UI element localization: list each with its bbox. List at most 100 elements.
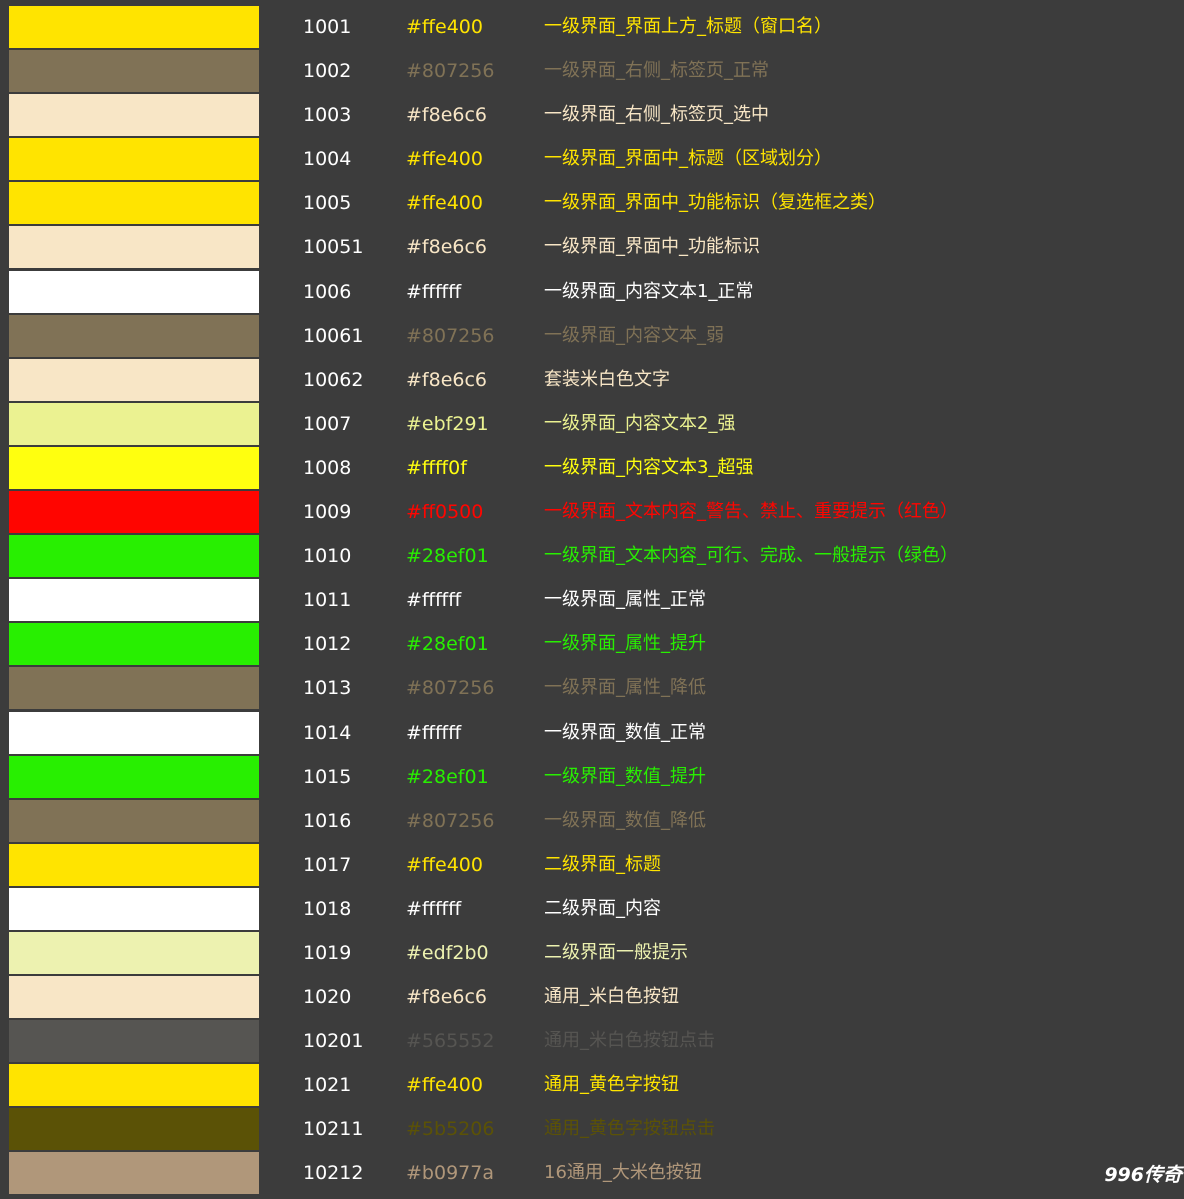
color-hex: #ffffff bbox=[406, 897, 462, 920]
color-description: 通用_米白色按钮 bbox=[544, 986, 679, 1008]
color-row: 1002 #807256 一级界面_右侧_标签页_正常 bbox=[0, 49, 1184, 93]
color-description: 一级界面_界面中_功能标识（复选框之类） bbox=[544, 192, 886, 214]
color-swatch bbox=[9, 1108, 259, 1151]
color-hex: #807256 bbox=[406, 809, 495, 832]
color-row: 1004 #ffe400 一级界面_界面中_标题（区域划分） bbox=[0, 137, 1184, 181]
color-swatch bbox=[9, 446, 259, 489]
color-code: 10201 bbox=[303, 1030, 364, 1053]
color-description: 一级界面_右侧_标签页_正常 bbox=[544, 60, 769, 82]
color-hex: #ffe400 bbox=[406, 148, 483, 171]
color-hex: #ff0500 bbox=[406, 501, 484, 524]
color-swatch bbox=[9, 491, 259, 534]
color-description: 一级界面_右侧_标签页_选中 bbox=[544, 104, 769, 126]
color-row: 10061 #807256 一级界面_内容文本_弱 bbox=[0, 314, 1184, 358]
color-hex: #807256 bbox=[406, 60, 495, 83]
color-hex: #f8e6c6 bbox=[406, 368, 488, 391]
color-code: 1017 bbox=[303, 853, 352, 876]
color-hex: #807256 bbox=[406, 324, 495, 347]
color-row: 10062 #f8e6c6 套装米白色文字 bbox=[0, 358, 1184, 402]
color-code: 1005 bbox=[303, 192, 352, 215]
color-swatch bbox=[9, 887, 259, 930]
color-swatch bbox=[9, 270, 259, 313]
color-row: 1009 #ff0500 一级界面_文本内容_警告、禁止、重要提示（红色） bbox=[0, 490, 1184, 534]
color-description: 二级界面_内容 bbox=[544, 897, 661, 919]
color-code: 1010 bbox=[303, 545, 352, 568]
color-row: 1018 #ffffff 二级界面_内容 bbox=[0, 887, 1184, 931]
color-hex: #ffe400 bbox=[406, 853, 483, 876]
color-code: 1002 bbox=[303, 60, 352, 83]
color-hex: #ffffff bbox=[406, 721, 462, 744]
color-hex: #5b5206 bbox=[406, 1118, 495, 1141]
color-row: 1010 #28ef01 一级界面_文本内容_可行、完成、一般提示（绿色） bbox=[0, 534, 1184, 578]
color-row: 10212 #b0977a 16通用_大米色按钮 bbox=[0, 1151, 1184, 1195]
color-description: 套装米白色文字 bbox=[544, 368, 670, 390]
color-description: 一级界面_数值_正常 bbox=[544, 721, 706, 743]
color-table: 1001 #ffe400 一级界面_界面上方_标题（窗口名） 1002 #807256 一… bbox=[0, 5, 1184, 1196]
color-row: 1006 #ffffff 一级界面_内容文本1_正常 bbox=[0, 270, 1184, 314]
color-row: 10051 #f8e6c6 一级界面_界面中_功能标识 bbox=[0, 225, 1184, 269]
color-swatch bbox=[9, 579, 259, 622]
color-swatch bbox=[9, 1152, 259, 1195]
color-swatch bbox=[9, 94, 259, 137]
color-hex: #ffe400 bbox=[406, 192, 483, 215]
color-hex: #ffff0f bbox=[406, 456, 467, 479]
color-description: 一级界面_数值_降低 bbox=[544, 809, 706, 831]
color-hex: #28ef01 bbox=[406, 765, 489, 788]
color-hex: #565552 bbox=[406, 1030, 495, 1053]
color-description: 一级界面_内容文本2_强 bbox=[544, 412, 736, 434]
color-row: 1008 #ffff0f 一级界面_内容文本3_超强 bbox=[0, 446, 1184, 490]
color-code: 1009 bbox=[303, 501, 352, 524]
color-code: 1015 bbox=[303, 765, 352, 788]
color-description: 一级界面_属性_提升 bbox=[544, 633, 706, 655]
color-row: 1011 #ffffff 一级界面_属性_正常 bbox=[0, 578, 1184, 622]
color-row: 1014 #ffffff 一级界面_数值_正常 bbox=[0, 711, 1184, 755]
color-code: 1019 bbox=[303, 941, 352, 964]
color-swatch bbox=[9, 314, 259, 357]
color-code: 1001 bbox=[303, 16, 352, 38]
color-description: 通用_黄色字按钮 bbox=[544, 1074, 679, 1096]
watermark-logo: 996传奇 bbox=[1104, 1164, 1182, 1186]
color-description: 一级界面_属性_正常 bbox=[544, 589, 706, 611]
color-row: 1005 #ffe400 一级界面_界面中_功能标识（复选框之类） bbox=[0, 181, 1184, 225]
color-description: 二级界面_标题 bbox=[544, 853, 661, 875]
color-code: 1016 bbox=[303, 809, 352, 832]
color-description: 一级界面_内容文本_弱 bbox=[544, 324, 724, 346]
color-hex: #ffe400 bbox=[406, 16, 483, 38]
color-swatch bbox=[9, 182, 259, 225]
color-description: 一级界面_属性_降低 bbox=[544, 677, 706, 699]
color-swatch bbox=[9, 799, 259, 842]
color-swatch bbox=[9, 711, 259, 754]
color-code: 10061 bbox=[303, 324, 364, 347]
color-description: 一级界面_内容文本1_正常 bbox=[544, 280, 754, 302]
color-description: 一级界面_界面上方_标题（窗口名） bbox=[544, 16, 832, 37]
color-row: 1016 #807256 一级界面_数值_降低 bbox=[0, 799, 1184, 843]
color-code: 1004 bbox=[303, 148, 352, 171]
color-row: 1020 #f8e6c6 通用_米白色按钮 bbox=[0, 975, 1184, 1019]
color-row: 1001 #ffe400 一级界面_界面上方_标题（窗口名） bbox=[0, 5, 1184, 49]
color-swatch bbox=[9, 1064, 259, 1107]
color-code: 1003 bbox=[303, 104, 352, 127]
color-row: 10201 #565552 通用_米白色按钮点击 bbox=[0, 1019, 1184, 1063]
color-hex: #f8e6c6 bbox=[406, 236, 488, 259]
color-hex: #b0977a bbox=[406, 1162, 494, 1185]
color-hex: #807256 bbox=[406, 677, 495, 700]
color-code: 1011 bbox=[303, 589, 352, 612]
color-swatch bbox=[9, 976, 259, 1019]
color-swatch bbox=[9, 402, 259, 445]
color-description: 一级界面_界面中_功能标识 bbox=[544, 236, 760, 258]
color-code: 1021 bbox=[303, 1074, 352, 1097]
color-row: 1017 #ffe400 二级界面_标题 bbox=[0, 843, 1184, 887]
color-description: 二级界面一般提示 bbox=[544, 941, 688, 963]
color-code: 1020 bbox=[303, 986, 352, 1009]
color-row: 1021 #ffe400 通用_黄色字按钮 bbox=[0, 1063, 1184, 1107]
color-code: 1012 bbox=[303, 633, 352, 656]
color-swatch bbox=[9, 843, 259, 886]
color-swatch bbox=[9, 226, 259, 269]
color-description: 一级界面_界面中_标题（区域划分） bbox=[544, 148, 832, 170]
color-row: 1003 #f8e6c6 一级界面_右侧_标签页_选中 bbox=[0, 93, 1184, 137]
color-code: 10062 bbox=[303, 368, 364, 391]
color-description: 一级界面_数值_提升 bbox=[544, 765, 706, 787]
color-code: 1014 bbox=[303, 721, 352, 744]
color-description: 通用_米白色按钮点击 bbox=[544, 1030, 715, 1052]
color-hex: #ebf291 bbox=[406, 412, 489, 435]
